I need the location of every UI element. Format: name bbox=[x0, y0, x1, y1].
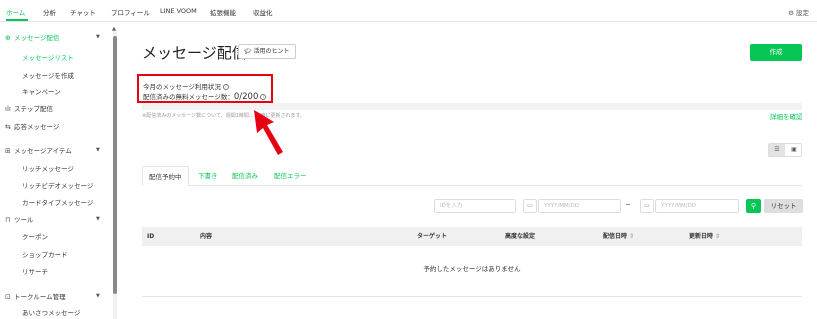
sidebar-item-label: トークルーム管理 bbox=[14, 293, 66, 301]
chevron-down-icon[interactable]: ▼ bbox=[96, 216, 100, 222]
view-toggle: ☰ ▣ bbox=[768, 143, 802, 157]
create-button[interactable]: 作成 bbox=[750, 44, 802, 61]
sidebar-item-message-delivery[interactable]: ⊕ メッセージ配信 bbox=[5, 32, 59, 42]
column-header-target: ターゲット bbox=[417, 233, 448, 240]
usage-title-text: 今月のメッセージ利用状況 bbox=[143, 83, 221, 91]
page-title: メッセージ配信 bbox=[142, 44, 247, 62]
tab-home[interactable]: ホーム bbox=[6, 7, 25, 17]
sidebar-item-label: ツール bbox=[14, 216, 34, 224]
sidebar-item-shop-card[interactable]: ショップカード bbox=[22, 249, 68, 259]
usage-count-value: 0/200 bbox=[233, 92, 259, 102]
column-header-id: ID bbox=[147, 233, 155, 240]
tab-line-voom[interactable]: LINE VOOM bbox=[160, 7, 197, 15]
tab-chat[interactable]: チャット bbox=[70, 7, 96, 17]
sidebar-item-auto-reply[interactable]: ⇆ 応答メッセージ bbox=[5, 121, 59, 131]
sidebar-item-tools[interactable]: ⊓ ツール bbox=[5, 214, 34, 224]
chevron-down-icon[interactable]: ▼ bbox=[96, 147, 100, 153]
column-header-label: 配信日時 bbox=[603, 233, 628, 240]
sidebar-item-rich-video[interactable]: リッチビデオメッセージ bbox=[22, 180, 93, 190]
sidebar-item-message-items[interactable]: ⊞ メッセージアイテム bbox=[5, 145, 72, 155]
talkroom-icon: ⊡ bbox=[5, 293, 11, 301]
id-search-input[interactable]: IDを入力 bbox=[434, 199, 516, 213]
empty-table-message: 予約したメッセージはありません bbox=[423, 265, 521, 273]
usage-bar bbox=[142, 103, 802, 110]
help-icon[interactable]: ? bbox=[222, 84, 229, 90]
sidebar-item-label: メッセージ配信 bbox=[14, 34, 60, 42]
date-to-input[interactable]: YYYY/MM/DD bbox=[655, 199, 739, 213]
table-divider bbox=[142, 296, 802, 297]
sidebar-item-research[interactable]: リサーチ bbox=[22, 266, 48, 276]
tab-draft[interactable]: 下書き bbox=[198, 166, 218, 186]
graduation-cap-icon: 🎓︎ bbox=[244, 48, 252, 55]
calendar-icon[interactable]: ▭ bbox=[523, 199, 537, 213]
sidebar-scrollbar-thumb[interactable] bbox=[113, 36, 117, 294]
settings-link[interactable]: ⚙ 設定 bbox=[788, 7, 809, 17]
sidebar: ⊕ メッセージ配信 ▼ メッセージリスト メッセージを作成 キャンペーン ılı ス… bbox=[0, 23, 118, 319]
date-range-separator: ~ bbox=[625, 201, 631, 209]
message-send-icon: ⊕ bbox=[5, 34, 11, 42]
chevron-down-icon[interactable]: ▼ bbox=[96, 293, 100, 299]
hint-button-label: 活用のヒント bbox=[253, 48, 290, 55]
calendar-view-icon[interactable]: ▣ bbox=[786, 144, 802, 156]
tab-analytics[interactable]: 分析 bbox=[43, 7, 56, 17]
hint-button[interactable]: 🎓︎ 活用のヒント bbox=[238, 44, 296, 59]
red-arrow-icon bbox=[254, 110, 283, 155]
scroll-up-icon[interactable]: ▲ bbox=[112, 26, 116, 32]
tool-icon: ⊓ bbox=[5, 216, 11, 224]
sidebar-item-create-message[interactable]: メッセージを作成 bbox=[22, 70, 74, 80]
active-tab-underline bbox=[6, 19, 28, 21]
sidebar-item-greeting[interactable]: あいさつメッセージ bbox=[22, 307, 80, 317]
gear-icon: ⚙ bbox=[788, 9, 794, 17]
usage-highlight-box: 今月のメッセージ利用状況? 配信済みの無料メッセージ数：0/200? bbox=[137, 74, 273, 103]
tab-sent[interactable]: 配信済み bbox=[232, 166, 258, 186]
search-button[interactable]: ⚲ bbox=[746, 199, 761, 213]
status-tabs: 配信予約中 下書き 配信済み 配信エラー bbox=[142, 166, 802, 186]
sidebar-item-message-list[interactable]: メッセージリスト bbox=[22, 52, 74, 62]
reply-icon: ⇆ bbox=[5, 123, 11, 131]
usage-count: 配信済みの無料メッセージ数：0/200? bbox=[143, 91, 267, 102]
sidebar-item-label: ステップ配信 bbox=[14, 105, 53, 113]
calendar-icon[interactable]: ▭ bbox=[640, 199, 654, 213]
step-icon: ılı bbox=[5, 105, 11, 113]
sort-icon: ⇕ bbox=[629, 233, 635, 240]
sort-icon: ⇕ bbox=[715, 233, 721, 240]
sidebar-item-label: 応答メッセージ bbox=[14, 123, 60, 131]
tab-monetize[interactable]: 収益化 bbox=[253, 7, 273, 17]
column-header-delivery-date[interactable]: 配信日時 ⇕ bbox=[603, 227, 634, 246]
list-view-icon[interactable]: ☰ bbox=[769, 144, 785, 156]
usage-count-label: 配信済みの無料メッセージ数： bbox=[143, 93, 234, 101]
table-header: ID 内容 ターゲット 高度な設定 配信日時 ⇕ 更新日時 ⇕ bbox=[142, 227, 802, 246]
sidebar-item-label: メッセージアイテム bbox=[14, 147, 72, 155]
sidebar-item-coupon[interactable]: クーポン bbox=[22, 231, 48, 241]
column-header-advanced: 高度な設定 bbox=[505, 233, 536, 240]
search-icon: ⚲ bbox=[750, 202, 757, 210]
item-icon: ⊞ bbox=[5, 147, 11, 155]
help-icon[interactable]: ? bbox=[260, 94, 267, 100]
column-header-updated-date[interactable]: 更新日時 ⇕ bbox=[689, 227, 720, 246]
usage-title: 今月のメッセージ利用状況? bbox=[143, 81, 229, 91]
chevron-down-icon[interactable]: ▼ bbox=[96, 34, 100, 40]
sidebar-item-campaign[interactable]: キャンペーン bbox=[22, 86, 61, 96]
date-from-input[interactable]: YYYY/MM/DD bbox=[538, 199, 621, 213]
tab-extensions[interactable]: 拡張機能 bbox=[210, 7, 236, 17]
sidebar-item-card-message[interactable]: カードタイプメッセージ bbox=[22, 197, 93, 207]
sidebar-item-rich-message[interactable]: リッチメッセージ bbox=[22, 163, 74, 173]
top-nav: ホーム 分析 チャット プロフィール LINE VOOM 拡張機能 収益化 ⚙ 設… bbox=[0, 0, 817, 22]
column-header-label: 更新日時 bbox=[689, 233, 714, 240]
tab-profile[interactable]: プロフィール bbox=[111, 7, 150, 17]
sidebar-item-talkroom[interactable]: ⊡ トークルーム管理 bbox=[5, 291, 66, 301]
tab-scheduled[interactable]: 配信予約中 bbox=[142, 166, 189, 186]
settings-label: 設定 bbox=[796, 9, 809, 17]
detail-link[interactable]: 詳細を確認 bbox=[770, 111, 803, 121]
column-header-content: 内容 bbox=[200, 233, 213, 240]
reset-button[interactable]: リセット bbox=[764, 199, 803, 213]
tab-error[interactable]: 配信エラー bbox=[274, 166, 307, 186]
sidebar-item-step-delivery[interactable]: ılı ステップ配信 bbox=[5, 103, 53, 113]
